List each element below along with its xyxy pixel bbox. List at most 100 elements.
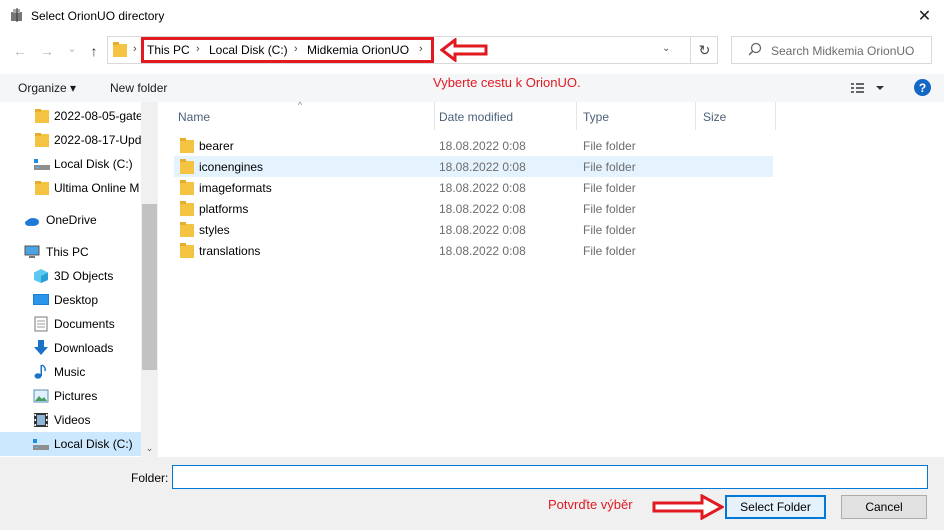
sidebar-item-music[interactable]: Music [0,360,141,384]
column-header-name[interactable]: Name [174,102,435,130]
sidebar-item-label: Downloads [54,341,114,355]
arrow-left-icon [440,38,488,62]
recent-locations-button[interactable]: ⌄ [63,40,81,56]
folder-icon [35,109,49,123]
help-button[interactable]: ? [914,79,931,96]
sidebar-item-label: OneDrive [46,213,97,227]
sidebar-item-2022-08-05[interactable]: 2022-08-05-gate [0,104,141,128]
folder-icon [180,138,194,153]
sidebar-item-label: Desktop [54,293,99,307]
file-date: 18.08.2022 0:08 [439,160,526,174]
sidebar-item-downloads[interactable]: Downloads [0,336,141,360]
sidebar-item-this-pc[interactable]: This PC [0,240,141,264]
arrow-right-icon [652,494,724,520]
file-date: 18.08.2022 0:08 [439,202,526,216]
up-button[interactable]: ↑ [85,43,103,59]
close-button[interactable]: ✕ [905,0,944,32]
new-folder-button[interactable]: New folder [110,81,167,95]
file-row[interactable]: bearer 18.08.2022 0:08 File folder [174,135,773,156]
file-name: styles [199,223,230,237]
column-header-type[interactable]: Type [579,102,696,130]
confirm-hint-annotation: Potvrďte výběr [548,497,633,512]
folder-icon [180,222,194,237]
cube-icon [34,269,48,283]
sidebar-item-label: Videos [54,413,91,427]
picture-icon [33,389,49,403]
cloud-icon [25,218,39,226]
video-icon [34,413,48,427]
file-type: File folder [583,181,636,195]
file-row[interactable]: translations 18.08.2022 0:08 File folder [174,240,773,261]
file-name: platforms [199,202,249,216]
file-date: 18.08.2022 0:08 [439,244,526,258]
address-dropdown-button[interactable]: ⌄ [662,43,670,54]
folder-icon [113,42,127,57]
file-type: File folder [583,139,636,153]
download-icon [34,340,48,355]
sidebar-item-label: 2022-08-17-Upd [54,133,141,147]
path-hint-annotation: Vyberte cestu k OrionUO. [433,75,581,90]
sidebar-item-documents[interactable]: Documents [0,312,141,336]
sidebar-item-desktop[interactable]: Desktop [0,288,141,312]
column-header-date-modified[interactable]: Date modified [435,102,577,130]
file-type: File folder [583,244,636,258]
organize-button[interactable]: Organize ▾ [18,81,76,95]
file-row[interactable]: imageformats 18.08.2022 0:08 File folder [174,177,773,198]
file-type: File folder [583,202,636,216]
search-input[interactable]: Search Midkemia OrionUO [771,44,914,58]
folder-icon [35,133,49,147]
sidebar-item-videos[interactable]: Videos [0,408,141,432]
sidebar-item-2022-08-17[interactable]: 2022-08-17-Upd [0,128,141,152]
folder-icon [180,201,194,216]
file-row-hovered[interactable]: iconengines 18.08.2022 0:08 File folder [174,156,773,177]
sidebar-item-label: 3D Objects [54,269,114,283]
desktop-icon [33,294,49,305]
select-folder-button[interactable]: Select Folder [725,495,826,519]
sidebar-item-onedrive[interactable]: OneDrive [0,208,141,232]
file-name: iconengines [199,160,264,174]
folder-icon [180,180,194,195]
file-row[interactable]: platforms 18.08.2022 0:08 File folder [174,198,773,219]
column-header-size[interactable]: Size [699,102,776,130]
folder-icon [180,243,194,258]
navigation-scrollbar-thumb[interactable] [142,204,157,370]
cancel-button[interactable]: Cancel [841,495,927,519]
sidebar-item-label: This PC [46,245,89,259]
sidebar-item-label: Music [54,365,86,379]
file-row[interactable]: styles 18.08.2022 0:08 File folder [174,219,773,240]
document-icon [34,316,48,332]
sidebar-item-label: Local Disk (C:) [54,437,133,451]
file-date: 18.08.2022 0:08 [439,139,526,153]
music-icon [34,364,46,379]
window-title: Select OrionUO directory [31,9,165,23]
computer-icon [24,245,40,258]
address-separator[interactable]: › [133,43,137,55]
file-name: bearer [199,139,234,153]
forward-button[interactable]: → [38,43,56,59]
folder-icon [180,159,194,174]
folder-icon [35,181,49,195]
view-options-icon[interactable] [850,80,886,96]
file-type: File folder [583,160,636,174]
sidebar-item-label: 2022-08-05-gate [54,109,141,123]
drive-icon [34,159,50,170]
sidebar-item-label: Documents [54,317,115,331]
file-date: 18.08.2022 0:08 [439,181,526,195]
scroll-down-button[interactable]: ⌄ [141,440,158,457]
sidebar-item-3d-objects[interactable]: 3D Objects [0,264,141,288]
sidebar-item-label: Pictures [54,389,98,403]
folder-label: Folder: [131,471,169,485]
sidebar-item-ultima-online[interactable]: Ultima Online M [0,176,141,200]
drive-icon [33,439,49,450]
folder-input[interactable] [172,465,928,489]
file-date: 18.08.2022 0:08 [439,223,526,237]
sidebar-item-local-disk-selected[interactable]: Local Disk (C:) [0,432,141,456]
file-name: translations [199,244,261,258]
sidebar-item-pictures[interactable]: Pictures [0,384,141,408]
file-name: imageformats [199,181,272,195]
sidebar-item-local-disk[interactable]: Local Disk (C:) [0,152,141,176]
file-type: File folder [583,223,636,237]
back-button[interactable]: ← [11,43,29,59]
search-icon [748,42,762,56]
refresh-button[interactable]: ↻ [690,36,718,64]
